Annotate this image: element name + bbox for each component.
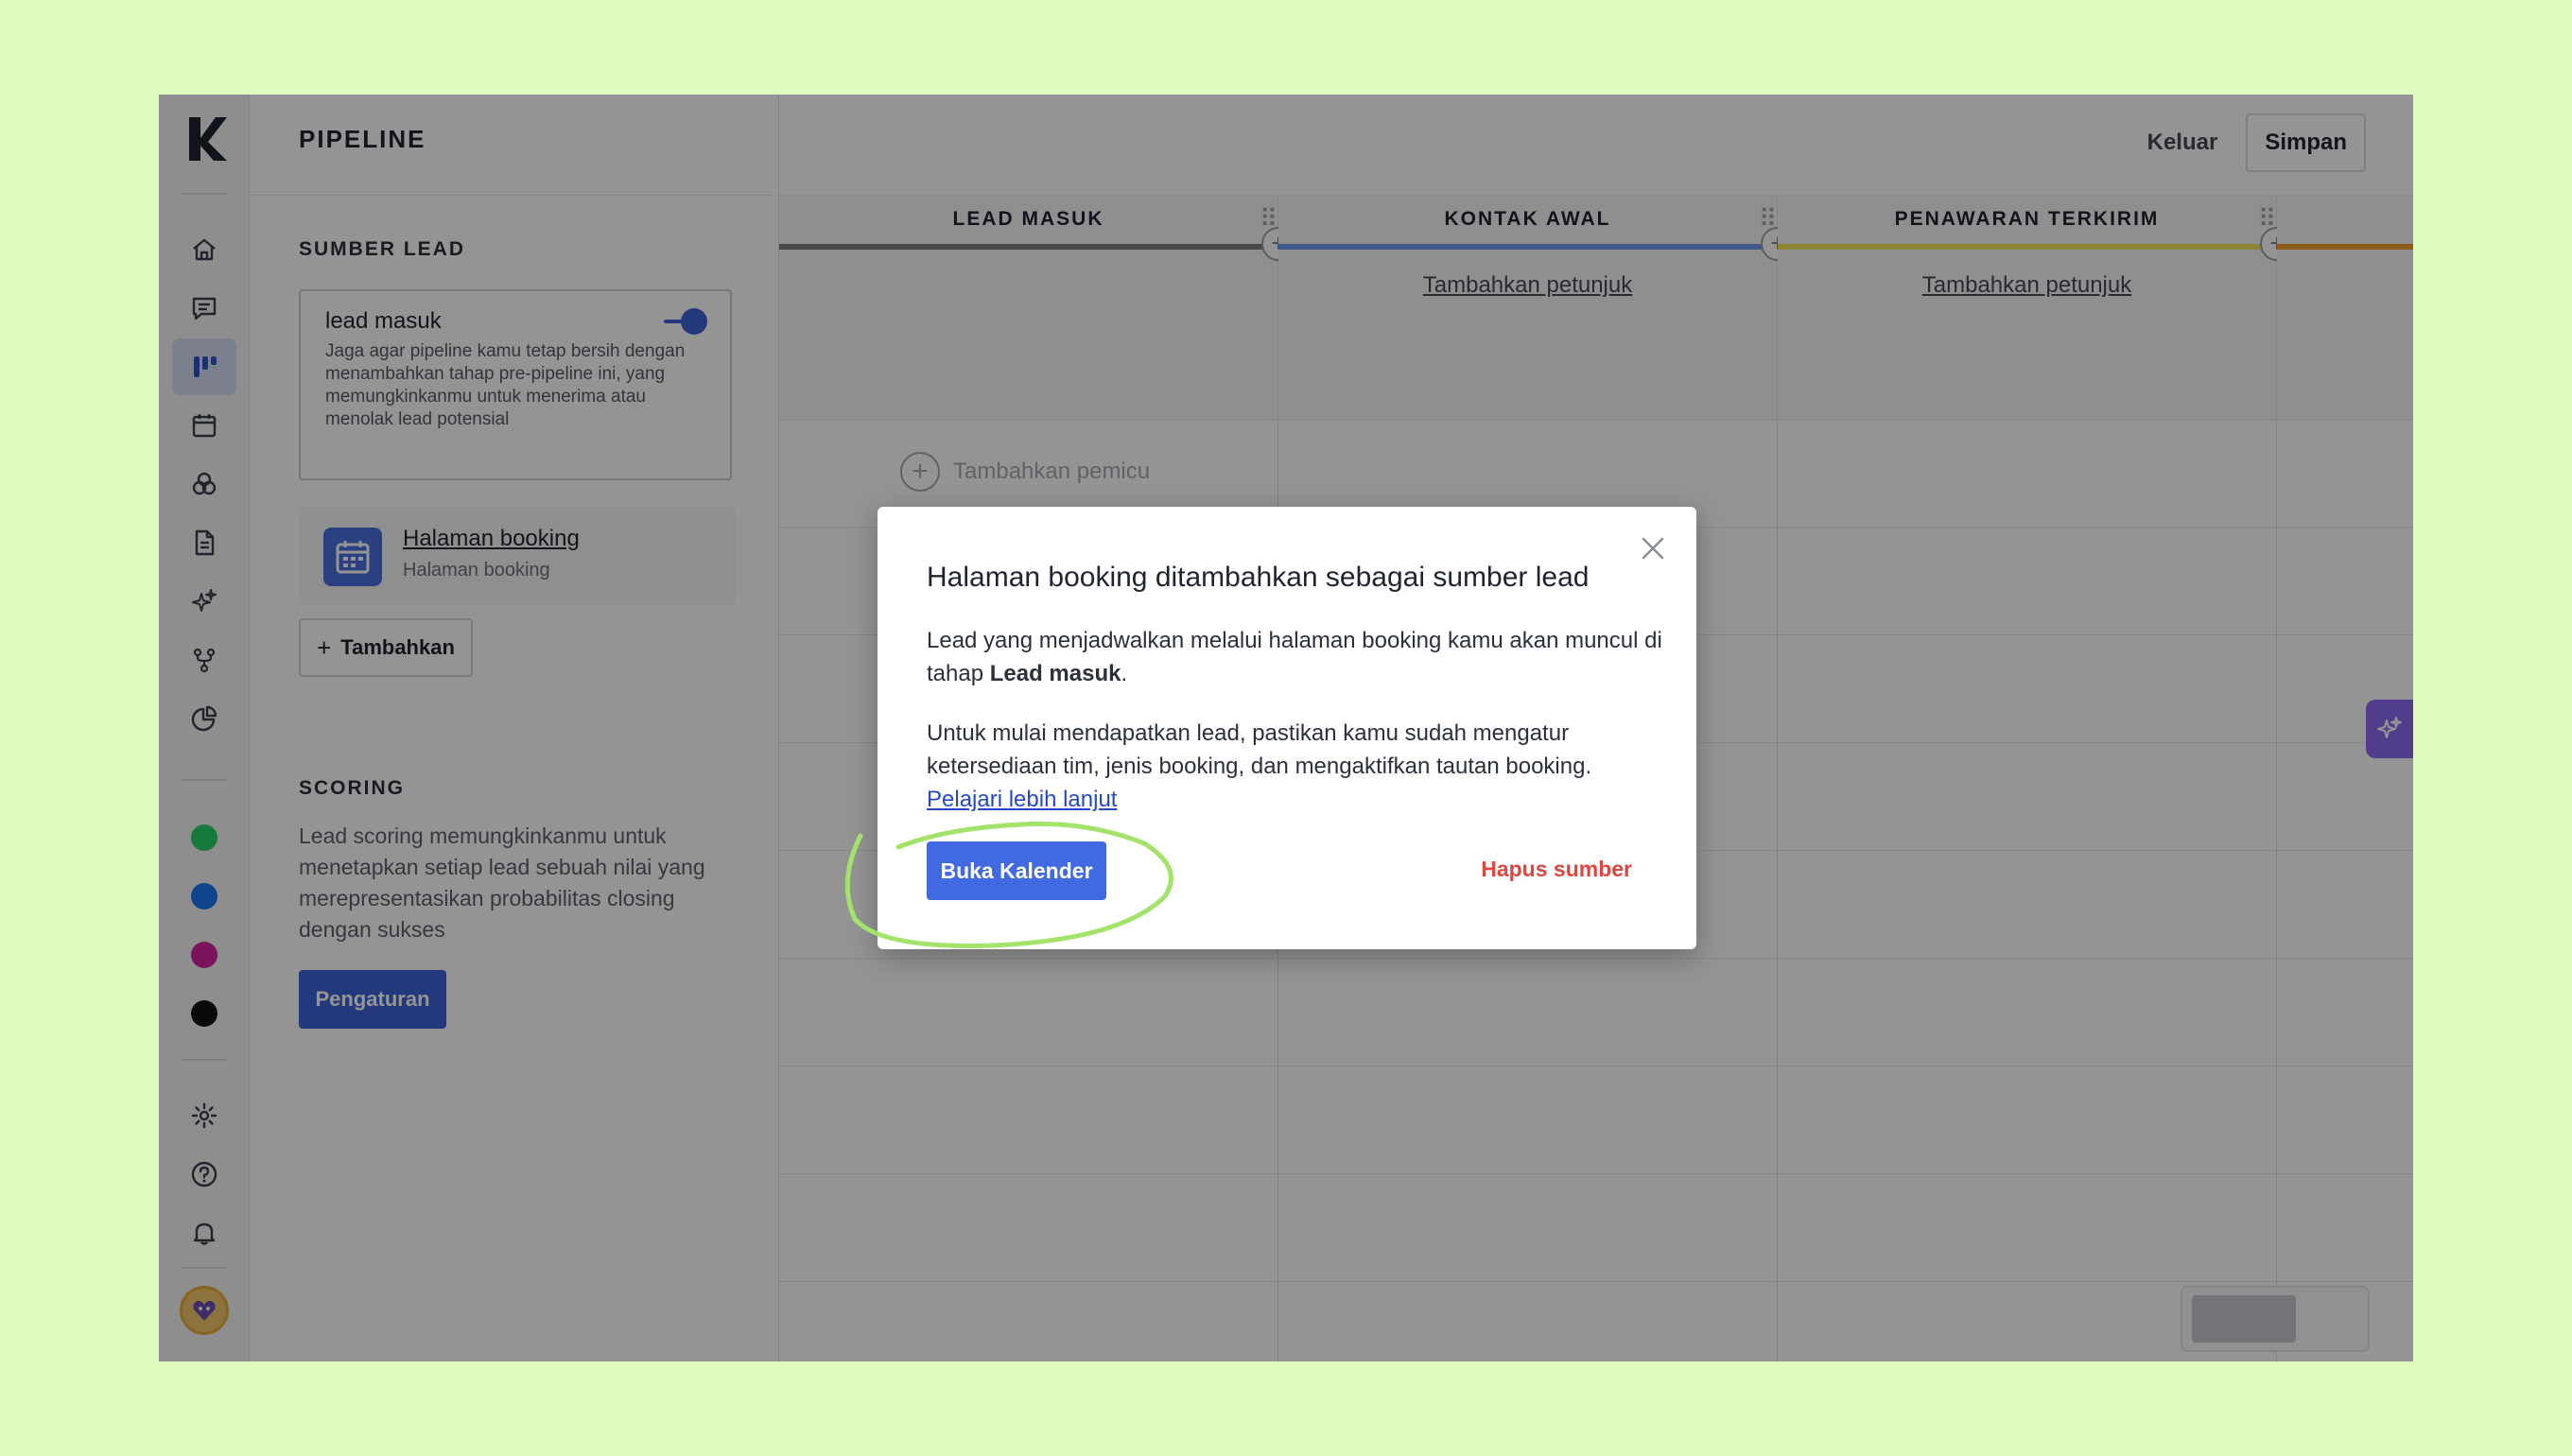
dialog-paragraph-2: Untuk mulai mendapatkan lead, pastikan k… (927, 720, 1592, 812)
dialog-title: Halaman booking ditambahkan sebagai sumb… (927, 562, 1590, 593)
highlight-annotation (844, 821, 1173, 948)
dialog-paragraph-1: Lead yang menjadwalkan melalui halaman b… (927, 628, 1662, 686)
learn-more-link[interactable]: Pelajari lebih lanjut (927, 787, 1117, 812)
remove-source-button[interactable]: Hapus sumber (1481, 857, 1632, 882)
close-icon[interactable] (1638, 533, 1668, 563)
